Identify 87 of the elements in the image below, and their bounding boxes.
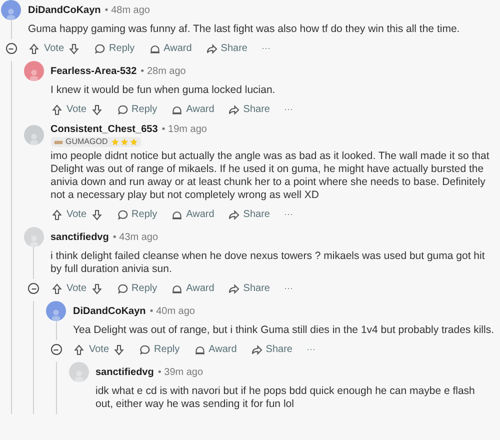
up-arrow-icon: [28, 42, 40, 54]
collapse-button[interactable]: [50, 344, 62, 355]
award-button[interactable]: Award: [171, 207, 214, 222]
upvote-button[interactable]: [50, 208, 62, 220]
downvote-button[interactable]: [68, 42, 80, 54]
upvote-button[interactable]: [50, 282, 62, 294]
username[interactable]: DiDandCoKayn: [73, 304, 146, 318]
down-arrow-icon: [90, 104, 103, 116]
award-button[interactable]: Award: [171, 102, 214, 117]
more-button[interactable]: ···: [261, 44, 270, 53]
comment-text: i think delight failed cleanse when he dove nexus towers ? mikaels was used but guma got hit by full duration anivia sun.: [50, 250, 486, 276]
more-button[interactable]: ···: [284, 284, 293, 293]
timestamp: • 19m ago: [162, 123, 207, 137]
up-arrow-icon: [50, 104, 62, 116]
down-arrow-icon: [113, 344, 126, 356]
comment-text: I knew it would be fun when guma locked lucian.: [50, 84, 276, 97]
award-button[interactable]: Award: [194, 342, 237, 357]
vote-label: Vote: [66, 103, 87, 117]
comment-text: Guma happy gaming was funny af. The last fight was also how tf do they win this all the time.: [28, 23, 461, 36]
upvote-button[interactable]: [28, 42, 40, 54]
share-arrow-icon: [228, 104, 240, 116]
timestamp: • 43m ago: [112, 230, 158, 244]
share-button[interactable]: Share: [206, 41, 248, 56]
comment-text: imo people didnt notice but actually the angle was as bad as it looked. The wall made it so that Delight was out of range of mikaels. If he used it on guma, he might have actually bursted the anivia down and run away or at least chunk her to a point where she needs to base. Definitely not a necessary play but not completely wrong as well XD: [50, 150, 490, 202]
share-arrow-icon: [228, 282, 240, 294]
award-button[interactable]: Award: [148, 41, 192, 56]
reply-button[interactable]: Reply: [94, 41, 135, 56]
vote-label: Vote: [66, 282, 87, 296]
speech-bubble-icon: [116, 104, 129, 116]
speech-bubble-icon: [116, 282, 129, 294]
share-arrow-icon: [250, 344, 263, 356]
user-flair: GUMAGOD: [50, 137, 141, 147]
speech-bubble-icon: [116, 208, 129, 220]
up-arrow-icon: [73, 344, 85, 356]
more-button[interactable]: ···: [306, 345, 316, 354]
award-button[interactable]: Award: [171, 281, 214, 296]
award-icon: [171, 208, 184, 220]
up-arrow-icon: [50, 282, 62, 294]
downvote-button[interactable]: [90, 282, 103, 294]
upvote-button[interactable]: [73, 344, 85, 356]
downvote-button[interactable]: [113, 344, 126, 356]
username[interactable]: sanctifiedvg: [96, 364, 154, 380]
vote-label: Vote: [89, 343, 110, 357]
reply-button[interactable]: Reply: [116, 207, 158, 222]
more-button[interactable]: ···: [284, 210, 293, 219]
downvote-button[interactable]: [90, 208, 103, 220]
reply-button[interactable]: Reply: [139, 342, 180, 357]
share-button[interactable]: Share: [250, 342, 292, 357]
more-button[interactable]: ···: [284, 105, 293, 114]
share-button[interactable]: Share: [228, 281, 270, 296]
speech-bubble-icon: [94, 42, 106, 54]
award-icon: [171, 282, 184, 294]
timestamp: • 39m ago: [158, 366, 204, 380]
minus-icon: [53, 346, 59, 352]
award-icon: [148, 42, 161, 54]
award-icon: [194, 344, 206, 356]
collapse-button[interactable]: [28, 283, 39, 294]
vote-label: Vote: [44, 42, 64, 56]
award-icon: [171, 104, 184, 116]
timestamp: • 40m ago: [150, 304, 195, 318]
downvote-button[interactable]: [90, 104, 103, 116]
username[interactable]: DiDandCoKayn: [28, 2, 101, 18]
vote-label: Vote: [66, 208, 87, 222]
up-arrow-icon: [50, 208, 62, 220]
down-arrow-icon: [90, 282, 103, 294]
share-arrow-icon: [206, 42, 218, 54]
down-arrow-icon: [68, 42, 80, 54]
upvote-button[interactable]: [50, 104, 62, 116]
reply-button[interactable]: Reply: [116, 281, 158, 296]
share-button[interactable]: Share: [228, 102, 270, 117]
username[interactable]: sanctifiedvg: [50, 230, 109, 244]
flair-image-icon: [54, 140, 62, 144]
minus-icon: [8, 46, 14, 52]
down-arrow-icon: [90, 208, 103, 220]
share-arrow-icon: [228, 208, 240, 220]
comment-text: Yea Delight was out of range, but i think Guma still dies in the 1v4 but probably trades kills.: [73, 324, 494, 337]
speech-bubble-icon: [139, 344, 152, 356]
username[interactable]: Consistent_Chest_653: [50, 122, 158, 137]
collapse-button[interactable]: [6, 43, 16, 54]
username[interactable]: Fearless-Area-532: [50, 64, 137, 78]
stars-icon: [110, 138, 138, 146]
timestamp: • 28m ago: [140, 64, 186, 78]
reply-button[interactable]: Reply: [116, 102, 158, 117]
timestamp: • 48m ago: [104, 4, 150, 18]
minus-icon: [30, 286, 36, 292]
comment-text: idk what e cd is with navori but if he pops bdd quick enough he can maybe e flash out, either way he was sending it for fun lol: [96, 385, 476, 411]
share-button[interactable]: Share: [228, 207, 270, 222]
